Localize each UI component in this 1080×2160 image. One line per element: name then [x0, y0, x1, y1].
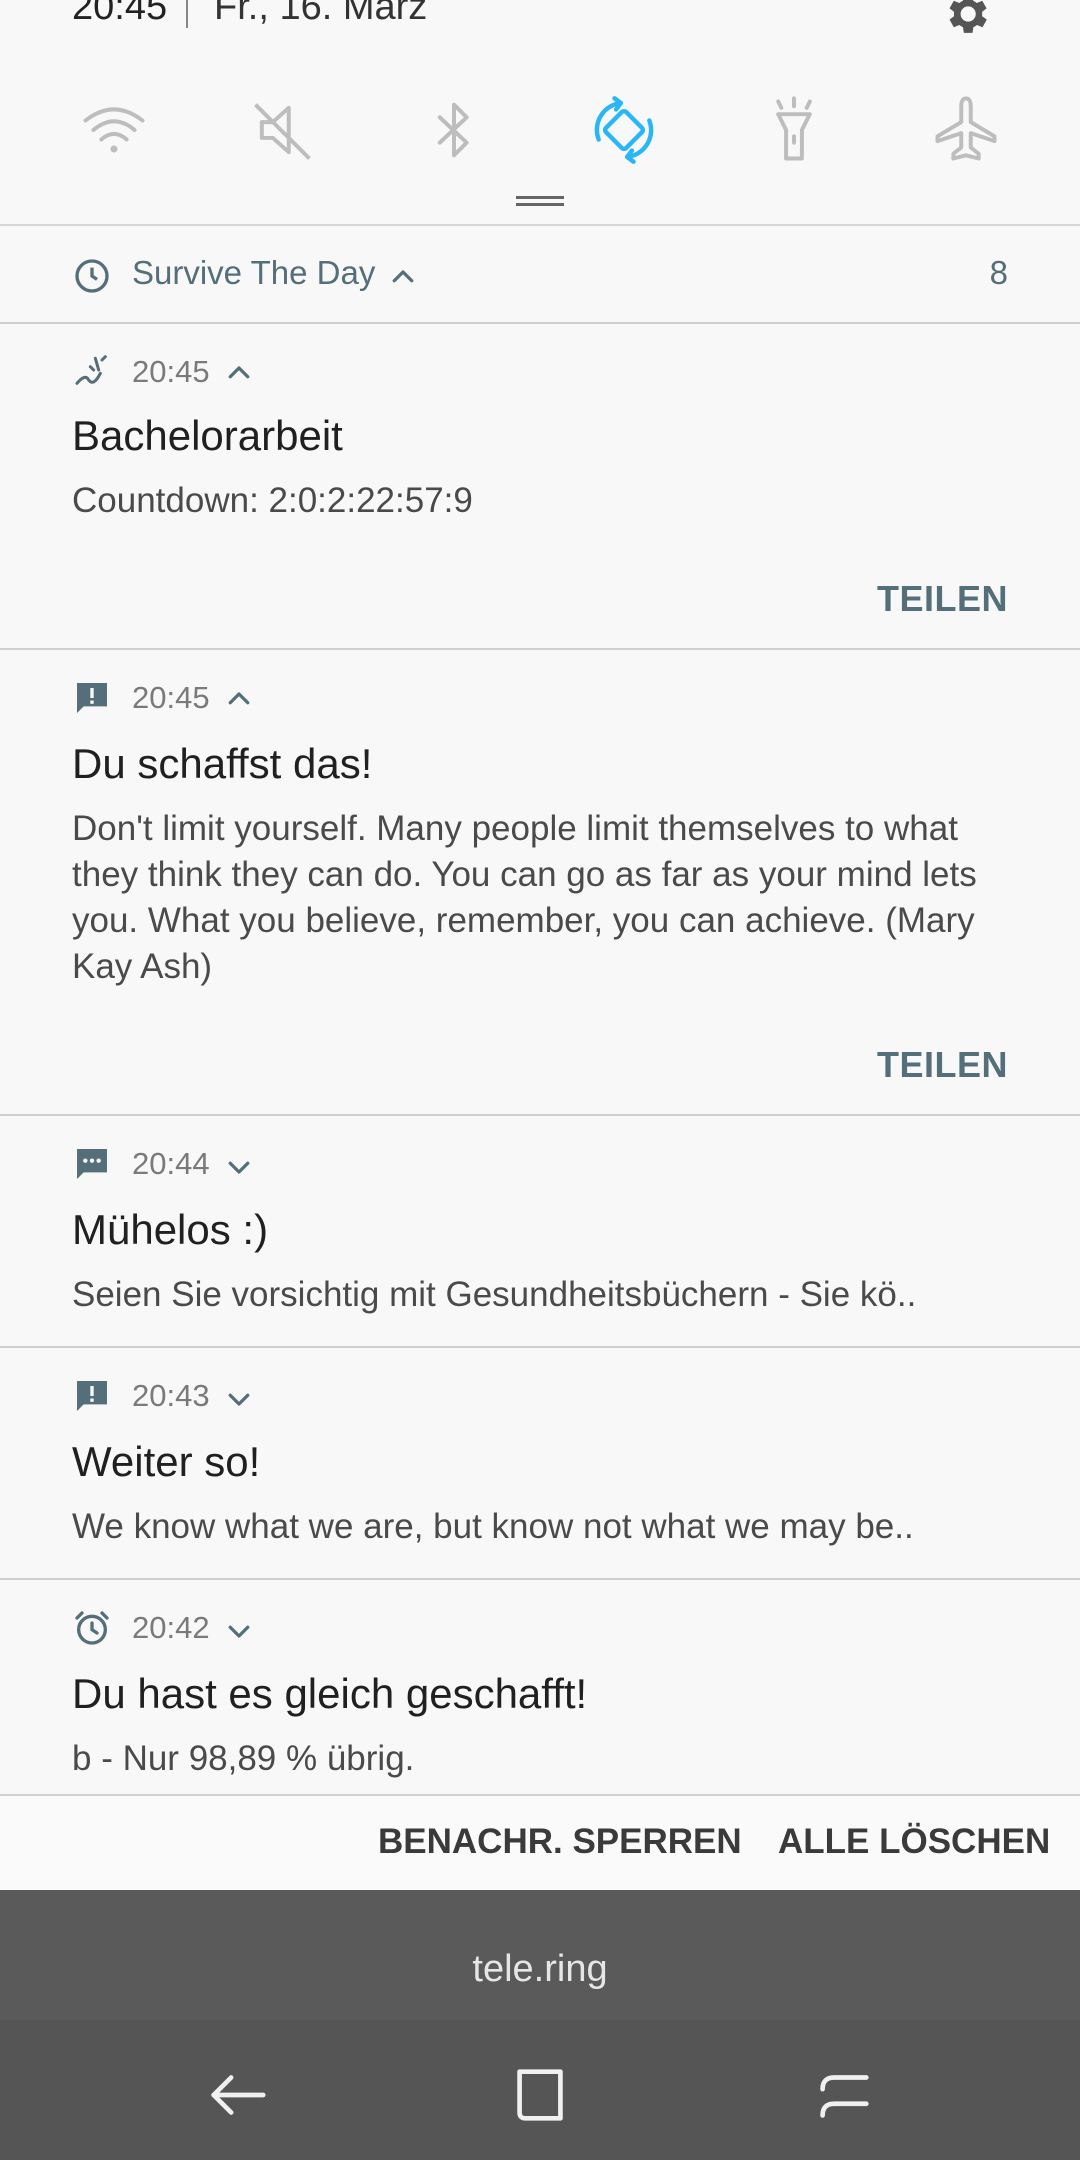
back-arrow-icon[interactable]: [202, 2060, 272, 2130]
qs-tile-sound[interactable]: [234, 80, 334, 180]
notification-time: 20:44: [132, 1146, 210, 1181]
chevron-up-icon[interactable]: [224, 684, 254, 714]
notification-item[interactable]: 20:43 Weiter so! We know what we are, bu…: [0, 1348, 1080, 1580]
bluetooth-icon: [437, 102, 469, 158]
group-app-name: Survive The Day: [132, 254, 376, 291]
carrier-name: tele.ring: [472, 1948, 608, 1990]
notification-time: 20:42: [132, 1610, 210, 1645]
message-dots-icon: [77, 1149, 107, 1179]
chevron-down-icon[interactable]: [224, 1152, 254, 1182]
notification-text: We know what we are, but know not what w…: [72, 1507, 914, 1546]
status-separator: [186, 0, 188, 28]
auto-rotate-icon: [594, 96, 654, 164]
settings-gear-icon[interactable]: [940, 0, 992, 40]
alarm-clock-icon: [75, 1611, 109, 1645]
notification-time: 20:45: [132, 354, 210, 389]
group-count: 8: [989, 254, 1008, 291]
navigation-bar: [0, 2020, 1080, 2160]
chevron-down-icon[interactable]: [224, 1384, 254, 1414]
share-button[interactable]: TEILEN: [877, 578, 1008, 620]
home-square-icon[interactable]: [505, 2060, 575, 2130]
notification-title: Mühelos :): [72, 1206, 269, 1253]
drag-handle[interactable]: [516, 196, 564, 206]
recent-apps-icon[interactable]: [808, 2060, 878, 2130]
notification-time: 20:43: [132, 1378, 210, 1413]
exclamation-message-icon: [77, 683, 107, 713]
notification-time: 20:45: [132, 680, 210, 715]
notification-title: Weiter so!: [72, 1438, 261, 1485]
qs-tile-airplane[interactable]: [916, 80, 1016, 180]
wifi-icon: [83, 107, 145, 153]
qs-tile-flashlight[interactable]: [744, 80, 844, 180]
status-time: 20:45: [72, 0, 168, 28]
notification-text: Seien Sie vorsichtig mit Gesundheitsbüch…: [72, 1275, 917, 1314]
qs-tile-wifi[interactable]: [64, 80, 164, 180]
notification-item[interactable]: 20:42 Du hast es gleich geschafft! b - N…: [0, 1580, 1080, 1794]
clock-icon: [75, 259, 109, 293]
chevron-up-icon[interactable]: [388, 262, 418, 292]
qs-tile-bluetooth[interactable]: [404, 80, 504, 180]
notification-text: Don't limit yourself. Many people limit …: [72, 809, 977, 986]
notification-item[interactable]: 20:44 Mühelos :) Seien Sie vorsichtig mi…: [0, 1116, 1080, 1348]
qs-tile-auto-rotate[interactable]: [574, 80, 674, 180]
flashlight-icon: [776, 96, 812, 161]
notification-item[interactable]: 20:45 Bachelorarbeit Countdown: 2:0:2:22…: [0, 324, 1080, 650]
notification-title: Du schaffst das!: [72, 740, 373, 787]
app-logo-icon: [75, 355, 107, 385]
notification-title: Bachelorarbeit: [72, 412, 343, 459]
notification-text: Countdown: 2:0:2:22:57:9: [72, 481, 473, 520]
chevron-up-icon[interactable]: [224, 358, 254, 388]
notification-text: b - Nur 98,89 % übrig.: [72, 1739, 415, 1778]
notification-shade: 20:45 Fr., 16. März Survive The Day 8 20…: [0, 0, 1080, 2160]
notification-item[interactable]: 20:45 Du schaffst das! Don't limit yours…: [0, 650, 1080, 1116]
status-bar: 20:45 Fr., 16. März: [0, 0, 1080, 40]
notification-group-header[interactable]: Survive The Day 8: [0, 226, 1080, 324]
block-notifications-button[interactable]: BENACHR. SPERREN: [378, 1822, 742, 1862]
clear-all-button[interactable]: ALLE LÖSCHEN: [778, 1822, 1050, 1862]
share-button[interactable]: TEILEN: [877, 1044, 1008, 1086]
mute-icon: [254, 103, 311, 160]
status-date: Fr., 16. März: [214, 0, 428, 28]
carrier-area: tele.ring: [0, 1890, 1080, 2020]
quick-settings-row: [0, 80, 1080, 180]
notification-title: Du hast es gleich geschafft!: [72, 1670, 588, 1717]
exclamation-message-icon: [77, 1381, 107, 1411]
notification-action-bar: BENACHR. SPERREN ALLE LÖSCHEN: [0, 1794, 1080, 1890]
chevron-down-icon[interactable]: [224, 1616, 254, 1646]
airplane-icon: [935, 96, 997, 161]
